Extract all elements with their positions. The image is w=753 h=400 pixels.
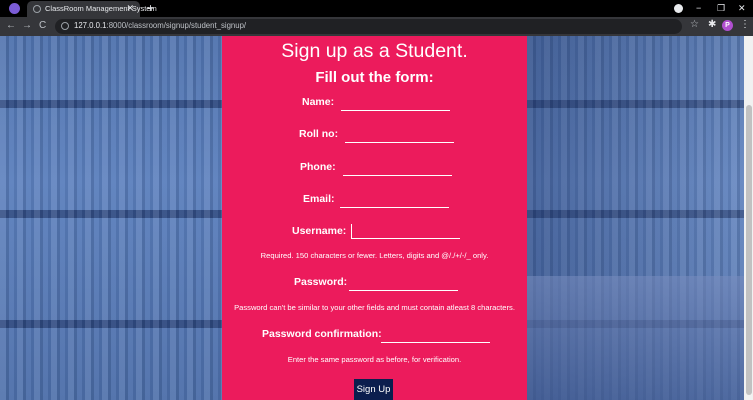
address-bar[interactable]: 127.0.0.1:8000/classroom/signup/student_… bbox=[55, 19, 682, 34]
url-path: :8000/classroom/signup/student_signup/ bbox=[106, 21, 247, 30]
password-confirmation-label: Password confirmation: bbox=[262, 328, 382, 340]
extensions-icon[interactable]: ✱ bbox=[708, 19, 716, 31]
username-input[interactable] bbox=[351, 224, 460, 239]
email-label: Email: bbox=[303, 193, 335, 205]
close-window-button[interactable]: ✕ bbox=[738, 1, 746, 15]
username-label: Username: bbox=[292, 225, 347, 237]
back-button[interactable]: ← bbox=[6, 20, 16, 32]
name-label: Name: bbox=[302, 96, 335, 108]
browser-toolbar: ← → C 127.0.0.1:8000/classroom/signup/st… bbox=[0, 17, 753, 36]
roll-no-label: Roll no: bbox=[299, 128, 339, 140]
new-tab-button[interactable]: + bbox=[147, 1, 154, 15]
menu-icon[interactable]: ⋮ bbox=[740, 19, 750, 31]
roll-no-input[interactable] bbox=[345, 130, 454, 143]
url-host: 127.0.0.1 bbox=[74, 21, 107, 30]
reload-button[interactable]: C bbox=[39, 20, 46, 32]
phone-input[interactable] bbox=[343, 163, 452, 176]
sign-up-button[interactable]: Sign Up bbox=[354, 379, 393, 400]
tab-title: ClassRoom Management System bbox=[45, 4, 157, 13]
minimize-button[interactable]: − bbox=[696, 1, 701, 15]
profile-icon[interactable] bbox=[9, 3, 20, 14]
media-control-icon[interactable] bbox=[674, 4, 683, 13]
page-viewport: Sign up as a Student. Fill out the form:… bbox=[0, 36, 744, 400]
password-confirmation-help-text: Enter the same password as before, for v… bbox=[287, 355, 462, 364]
username-help-text: Required. 150 characters or fewer. Lette… bbox=[260, 251, 489, 260]
browser-tab-strip: ClassRoom Management System ✕ + − ❐ ✕ bbox=[0, 0, 753, 17]
password-input[interactable] bbox=[349, 278, 458, 291]
form-subtitle: Fill out the form: bbox=[315, 69, 434, 86]
bookmark-star-icon[interactable]: ☆ bbox=[690, 19, 699, 31]
password-help-text: Password can't be similar to your other … bbox=[234, 303, 515, 312]
signup-form: Sign up as a Student. Fill out the form:… bbox=[222, 36, 527, 400]
page-title: Sign up as a Student. bbox=[281, 40, 468, 62]
url-text: 127.0.0.1:8000/classroom/signup/student_… bbox=[74, 21, 246, 30]
site-info-icon[interactable] bbox=[61, 22, 69, 30]
background-desk bbox=[527, 276, 744, 400]
browser-tab[interactable]: ClassRoom Management System ✕ bbox=[27, 1, 157, 17]
scrollbar-thumb[interactable] bbox=[746, 105, 752, 395]
password-confirmation-input[interactable] bbox=[381, 330, 490, 343]
phone-label: Phone: bbox=[300, 161, 336, 173]
forward-button[interactable]: → bbox=[22, 20, 32, 32]
globe-icon bbox=[33, 5, 41, 13]
email-input[interactable] bbox=[340, 195, 449, 208]
maximize-button[interactable]: ❐ bbox=[717, 1, 725, 15]
password-label: Password: bbox=[294, 276, 348, 288]
close-tab-icon[interactable]: ✕ bbox=[126, 3, 134, 14]
name-input[interactable] bbox=[341, 98, 450, 111]
avatar[interactable]: P bbox=[722, 20, 733, 31]
